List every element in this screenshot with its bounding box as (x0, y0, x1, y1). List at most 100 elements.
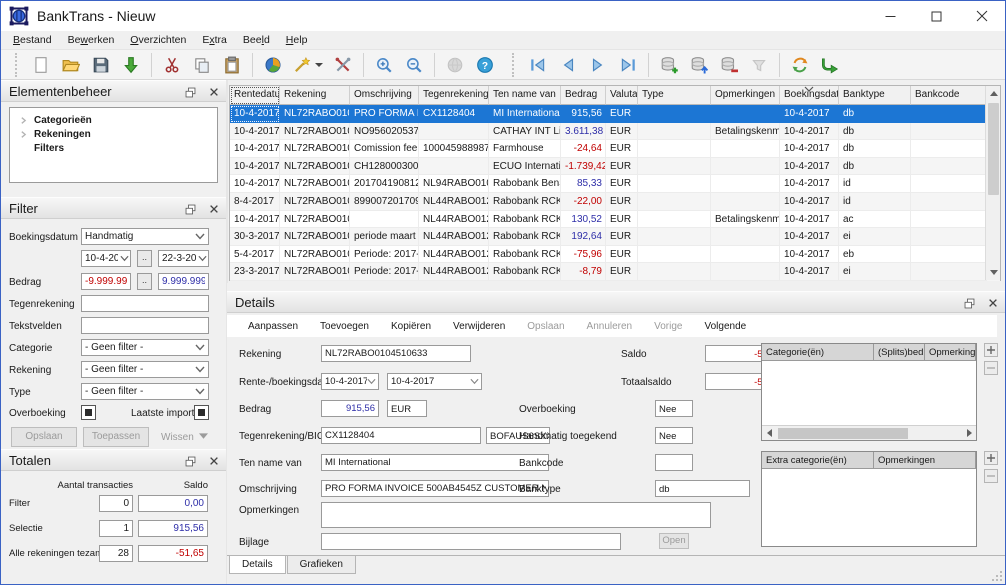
toolbar-drag-handle[interactable] (15, 52, 20, 77)
column-header[interactable]: Opmerkingen (925, 344, 976, 361)
cell-banktype[interactable]: id (839, 192, 911, 211)
cell-tennamevan[interactable]: ECUO International (489, 157, 561, 176)
cell-banktype[interactable]: ei (839, 263, 911, 281)
cell-valuta[interactable]: EUR (606, 192, 638, 211)
cell-opmerkingen[interactable]: Betalingskenmerk... (711, 210, 780, 229)
cell-bedrag[interactable]: 915,56 (561, 105, 606, 123)
cell-rekening[interactable]: NL72RABO01045... (280, 210, 350, 229)
column-header[interactable]: (Splits)bedrag (874, 344, 925, 361)
column-header-bankcode[interactable]: Bankcode (911, 86, 987, 105)
bedrag-min-input[interactable] (81, 273, 131, 290)
scroll-thumb[interactable] (778, 428, 908, 439)
cell-tegenrekening[interactable]: NL44RABO01234... (419, 263, 489, 281)
cell-rekening[interactable]: NL72RABO01045... (280, 245, 350, 264)
cell-rekening[interactable]: NL72RABO01045... (280, 263, 350, 281)
toolbar-drag-handle[interactable] (512, 52, 517, 77)
cell-tegenrekening[interactable] (419, 157, 489, 176)
cell-bankcode[interactable] (911, 140, 987, 158)
magic-wand-button[interactable] (288, 52, 328, 78)
menu-beeld[interactable]: Beeld (235, 32, 278, 48)
cell-rekening[interactable]: NL72RABO01045... (280, 192, 350, 211)
cell-omschrijving[interactable] (350, 210, 419, 229)
chevron-right-icon[interactable] (14, 115, 32, 126)
close-panel-icon[interactable] (206, 201, 222, 217)
save-button[interactable] (86, 52, 116, 78)
cell-rentedatum[interactable]: 10-4-2017 (230, 140, 280, 158)
cell-tegenrekening[interactable] (419, 122, 489, 141)
tree-item-categorieën[interactable]: Categorieën (10, 113, 217, 127)
cell-omschrijving[interactable]: Periode: 2017-04... (350, 263, 419, 281)
cell-type[interactable] (638, 157, 711, 176)
cell-tennamevan[interactable]: Rabobank RCKV (489, 210, 561, 229)
ten-name-van-input[interactable] (321, 454, 549, 471)
table-row[interactable]: 23-3-2017NL72RABO01045...Periode: 2017-0… (230, 263, 1000, 281)
menu-bestand[interactable]: Bestand (5, 32, 60, 48)
paste-button[interactable] (217, 52, 247, 78)
bedrag-input[interactable] (321, 400, 379, 417)
cell-boekingsdatum[interactable]: 10-4-2017 (780, 210, 839, 229)
cell-rentedatum[interactable]: 10-4-2017 (230, 122, 280, 141)
bedrag-range-button[interactable]: .. (137, 273, 152, 290)
refresh-button[interactable] (785, 52, 815, 78)
cell-bankcode[interactable] (911, 122, 987, 141)
cell-bedrag[interactable]: -22,00 (561, 192, 606, 211)
cell-tegenrekening[interactable]: NL44RABO01234... (419, 210, 489, 229)
cell-banktype[interactable]: db (839, 105, 911, 123)
cell-tegenrekening[interactable]: CX1128404 (419, 105, 489, 123)
cell-boekingsdatum[interactable]: 10-4-2017 (780, 122, 839, 141)
scroll-left-icon[interactable] (762, 426, 776, 440)
cell-tegenrekening[interactable]: NL44RABO01234... (419, 192, 489, 211)
kopiëren-action[interactable]: Kopiëren (380, 318, 442, 335)
scroll-thumb[interactable] (988, 103, 999, 195)
cell-banktype[interactable]: ei (839, 228, 911, 246)
cut-button[interactable] (157, 52, 187, 78)
import-arrow-button[interactable] (116, 52, 146, 78)
opslaan-button[interactable]: Opslaan (11, 427, 77, 447)
tegenrekening-input[interactable] (81, 295, 209, 312)
column-header[interactable]: Categorie(ën) (762, 344, 874, 361)
float-panel-icon[interactable] (182, 201, 198, 217)
cell-banktype[interactable]: db (839, 122, 911, 141)
bedrag-max-input[interactable] (158, 273, 209, 290)
cell-omschrijving[interactable]: PRO FORMA INV... (350, 105, 419, 123)
cell-tennamevan[interactable]: Rabobank RCKV (489, 192, 561, 211)
date-range-button[interactable]: .. (137, 250, 152, 267)
cell-tennamevan[interactable]: Rabobank RCKV (489, 228, 561, 246)
tools-button[interactable] (328, 52, 358, 78)
cell-rekening[interactable]: NL72RABO01045... (280, 140, 350, 158)
cell-banktype[interactable]: eb (839, 245, 911, 264)
tegenrekening-input[interactable] (321, 427, 481, 444)
previous-record-button[interactable] (553, 52, 583, 78)
close-button[interactable] (959, 1, 1005, 31)
cell-opmerkingen[interactable] (711, 263, 780, 281)
cell-omschrijving[interactable]: 8990072017091... (350, 192, 419, 211)
overboeking-checkbox[interactable] (81, 405, 96, 420)
cell-tegenrekening[interactable]: 100045988987 (419, 140, 489, 158)
help-button[interactable]: ? (470, 52, 500, 78)
volgende-action[interactable]: Volgende (693, 318, 757, 335)
cell-rekening[interactable]: NL72RABO01045... (280, 105, 350, 123)
table-row[interactable]: 10-4-2017NL72RABO01045...Comission fee J… (230, 140, 1000, 158)
column-header-bedrag[interactable]: Bedrag (561, 86, 606, 105)
last-record-button[interactable] (613, 52, 643, 78)
menu-bewerken[interactable]: Bewerken (60, 32, 123, 48)
cell-tennamevan[interactable]: MI International (489, 105, 561, 123)
cell-type[interactable] (638, 192, 711, 211)
cell-bedrag[interactable]: 192,64 (561, 228, 606, 246)
cell-bankcode[interactable] (911, 157, 987, 176)
cell-valuta[interactable]: EUR (606, 175, 638, 193)
cell-opmerkingen[interactable] (711, 175, 780, 193)
add-extra-categorie-button[interactable] (984, 451, 998, 465)
new-document-button[interactable] (26, 52, 56, 78)
cell-valuta[interactable]: EUR (606, 157, 638, 176)
float-panel-icon[interactable] (182, 84, 198, 100)
table-row[interactable]: 10-4-2017 NL72RABO01045... NL44RABO01234..… (230, 210, 1000, 229)
remove-categorie-button[interactable] (984, 361, 998, 375)
cell-bedrag[interactable]: -1.739,42 (561, 157, 606, 176)
cell-type[interactable] (638, 140, 711, 158)
date-from-combo[interactable]: 10-4-2017 (81, 250, 131, 267)
column-header-tennamevan[interactable]: Ten name van (489, 86, 561, 105)
rekening-combo[interactable]: - Geen filter - (81, 361, 209, 378)
close-panel-icon[interactable] (985, 295, 1001, 311)
first-record-button[interactable] (523, 52, 553, 78)
